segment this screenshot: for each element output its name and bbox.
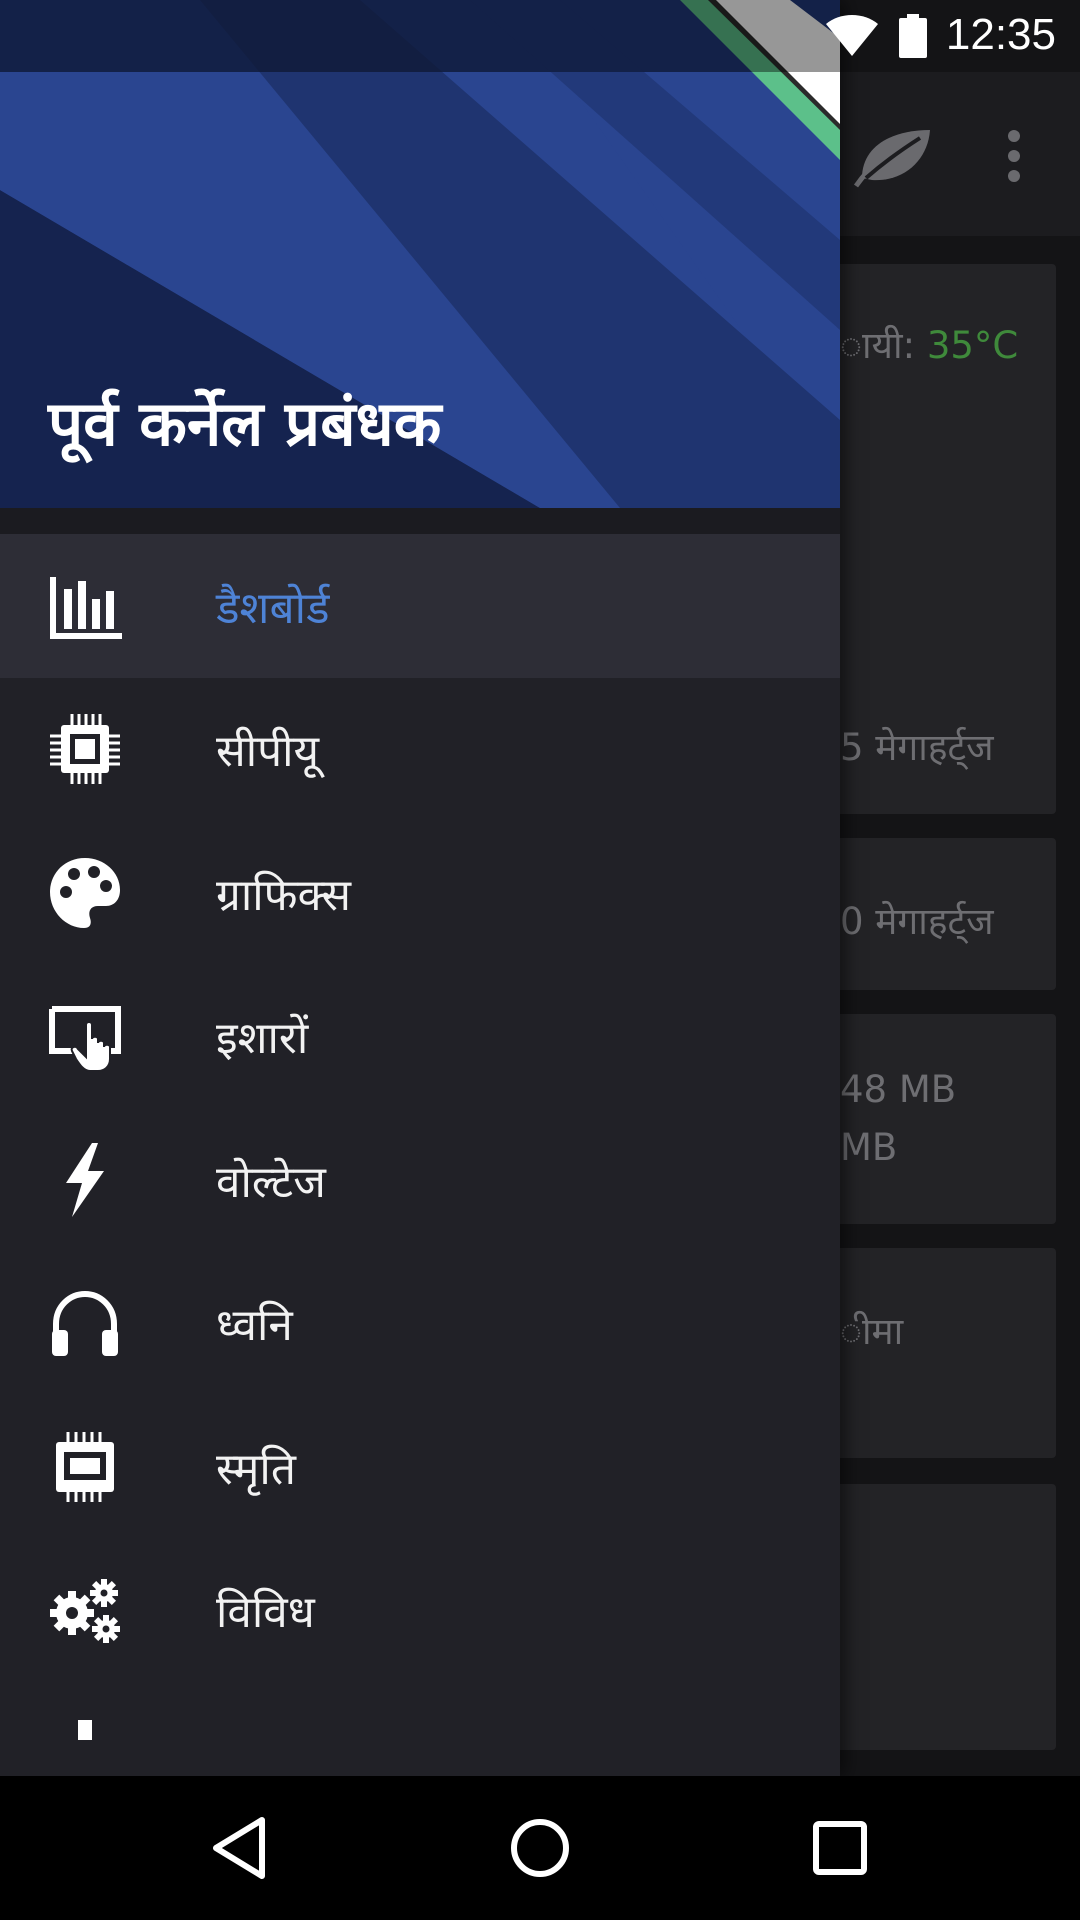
status-bar: 12:35 bbox=[0, 0, 1080, 72]
drawer-item-label: स्मृति bbox=[216, 1443, 296, 1495]
drawer-item-graphics[interactable]: ग्राफिक्स bbox=[0, 821, 840, 965]
drawer-item-cpu[interactable]: सीपीयू bbox=[0, 678, 840, 822]
partially-visible-item-icon bbox=[78, 1720, 92, 1740]
drawer-item-label: वोल्टेज bbox=[216, 1156, 326, 1208]
drawer-item-label: डैशबोर्ड bbox=[216, 582, 330, 634]
temperature-readout: ायी: 35°C bbox=[840, 318, 1018, 369]
dashboard-chart-icon bbox=[48, 569, 122, 643]
drawer-item-voltage[interactable]: वोल्टेज bbox=[0, 1108, 840, 1252]
cpu-frequency-text: 5 मेगाहर्ट्ज bbox=[840, 726, 994, 769]
drawer-header: पूर्व कर्नेल प्रबंधक bbox=[0, 0, 840, 508]
recents-icon[interactable] bbox=[804, 1812, 876, 1884]
memory-text-line1: 48 MB bbox=[840, 1068, 957, 1111]
drawer-item-label: ग्राफिक्स bbox=[216, 869, 351, 921]
drawer-item-memory[interactable]: स्मृति bbox=[0, 1395, 840, 1539]
limit-text: ीमा bbox=[840, 1310, 904, 1353]
navigation-drawer: पूर्व कर्नेल प्रबंधक डैशबोर्ड सीपीयू ग्र… bbox=[0, 0, 840, 1776]
lightning-bolt-icon bbox=[48, 1142, 122, 1217]
palette-icon bbox=[48, 856, 122, 930]
drawer-item-label: सीपीयू bbox=[216, 726, 320, 778]
drawer-item-label: ध्वनि bbox=[216, 1300, 293, 1352]
leaf-icon[interactable] bbox=[852, 126, 932, 190]
gpu-frequency-text: 0 मेगाहर्ट्ज bbox=[840, 900, 994, 943]
temperature-label: ायी: bbox=[840, 324, 916, 367]
home-icon[interactable] bbox=[504, 1812, 576, 1884]
wifi-icon bbox=[826, 15, 878, 56]
drawer-item-label: विविध bbox=[216, 1587, 315, 1639]
status-time: 12:35 bbox=[945, 10, 1056, 59]
drawer-item-misc[interactable]: विविध bbox=[0, 1539, 840, 1683]
drawer-item-label: इशारों bbox=[216, 1013, 309, 1065]
temperature-value: 35°C bbox=[926, 324, 1019, 367]
headphones-icon bbox=[48, 1286, 122, 1360]
overflow-menu-icon[interactable] bbox=[1000, 128, 1028, 184]
memory-text-line2: MB bbox=[840, 1126, 898, 1169]
cpu-chip-icon bbox=[48, 712, 122, 786]
drawer-item-gestures[interactable]: इशारों bbox=[0, 965, 840, 1109]
battery-icon bbox=[899, 14, 927, 58]
drawer-menu: डैशबोर्ड सीपीयू ग्राफिक्स इशारों वोल्टेज… bbox=[0, 534, 840, 1682]
header-divider bbox=[0, 508, 840, 534]
drawer-item-sound[interactable]: ध्वनि bbox=[0, 1252, 840, 1396]
back-icon[interactable] bbox=[204, 1812, 276, 1884]
system-navigation-bar bbox=[0, 1776, 1080, 1920]
drawer-header-title: पूर्व कर्नेल प्रबंधक bbox=[48, 387, 442, 460]
gesture-touch-icon bbox=[48, 999, 122, 1073]
memory-chip-icon bbox=[48, 1430, 122, 1504]
drawer-item-dashboard[interactable]: डैशबोर्ड bbox=[0, 534, 840, 678]
gears-icon bbox=[48, 1573, 122, 1647]
